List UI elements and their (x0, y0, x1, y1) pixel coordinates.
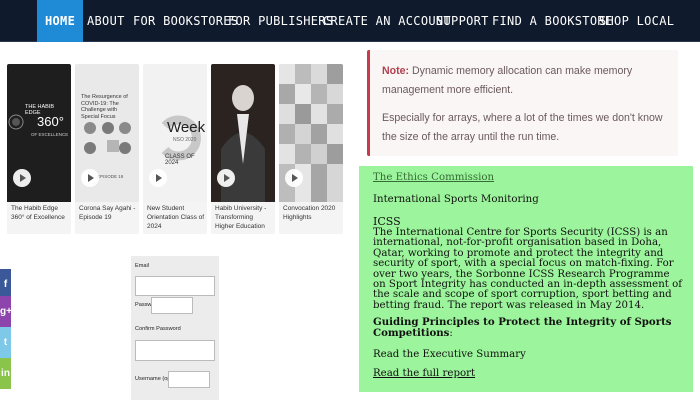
guiding-principles-text: Guiding Principles to Protect the Integr… (373, 316, 672, 340)
video-caption[interactable]: Convocation 2020 Highlights (283, 204, 341, 222)
video-card[interactable]: THE HABIB EDGE 360° OF EXCELLENCE The Ha… (7, 64, 71, 234)
play-icon[interactable] (81, 169, 99, 187)
thumb-big: Week (167, 119, 206, 136)
guiding-principles-heading: Guiding Principles to Protect the Integr… (373, 316, 683, 340)
ethics-commission-link[interactable]: The Ethics Commission (373, 172, 683, 183)
nav-for-bookstores[interactable]: FOR BOOKSTORES (133, 0, 238, 42)
thumb-sub: NSO 2020 (173, 137, 197, 143)
username-field[interactable] (168, 371, 210, 388)
play-icon[interactable] (217, 169, 235, 187)
thumb-title: CLASS OF 2024 (165, 154, 195, 166)
nav-home[interactable]: HOME (37, 0, 84, 42)
thumb-big: 360° (37, 114, 64, 129)
password-field[interactable] (151, 297, 193, 314)
icss-paragraph: The International Centre for Sports Secu… (373, 227, 682, 311)
video-card[interactable]: The Resurgence of COVID-19: The Challeng… (75, 64, 139, 234)
confirm-password-field[interactable] (135, 340, 215, 361)
thumb-badge: EPISODE 19 (97, 174, 124, 179)
full-report-link[interactable]: Read the full report (373, 368, 683, 379)
thumb-sub: OF EXCELLENCE (31, 132, 69, 137)
nav-for-publishers[interactable]: FOR PUBLISHERS (228, 0, 333, 42)
twitter-icon[interactable]: t (0, 327, 11, 358)
nav-support[interactable]: SUPPORT (436, 0, 489, 42)
executive-summary-text[interactable]: Read the Executive Summary (373, 349, 683, 360)
email-label: Email (135, 263, 149, 269)
nav-shop-local[interactable]: SHOP LOCAL (599, 0, 674, 42)
google-plus-icon[interactable]: g+ (0, 296, 12, 327)
note-label: Note: (382, 65, 410, 77)
nav-create-account[interactable]: CREATE AN ACCOUNT (323, 0, 451, 42)
play-icon[interactable] (13, 169, 31, 187)
guiding-principles-colon: : (449, 328, 453, 340)
video-card[interactable]: Convocation 2020 Highlights (279, 64, 343, 234)
note-paragraph-2: Especially for arrays, where a lot of th… (382, 112, 663, 143)
linkedin-icon[interactable]: in (0, 358, 11, 389)
top-nav: HOME ABOUT FOR BOOKSTORES FOR PUBLISHERS… (0, 0, 700, 42)
page: HOME ABOUT FOR BOOKSTORES FOR PUBLISHERS… (0, 0, 700, 400)
icss-box: The Ethics Commission International Spor… (359, 166, 693, 392)
nav-find-bookstore[interactable]: FIND A BOOKSTORE (492, 0, 612, 42)
video-caption[interactable]: The Habib Edge 360° of Excellence (11, 204, 69, 222)
video-card[interactable]: Habib University - Transforming Higher E… (211, 64, 275, 234)
nav-about[interactable]: ABOUT (87, 0, 125, 42)
note-paragraph: Note: Dynamic memory allocation can make… (382, 62, 666, 100)
play-icon[interactable] (149, 169, 167, 187)
play-icon[interactable] (285, 169, 303, 187)
registration-form: Email Password Confirm Password Username… (131, 256, 219, 400)
confirm-password-label: Confirm Password (135, 326, 181, 332)
email-field[interactable] (135, 276, 215, 296)
note-box: Note: Dynamic memory allocation can make… (367, 50, 678, 156)
note-text: Dynamic memory allocation can make memor… (382, 65, 633, 96)
sports-monitoring-heading: International Sports Monitoring (373, 194, 539, 205)
video-caption[interactable]: Corona Say Agahi - Episode 19 (79, 204, 137, 222)
video-caption[interactable]: Habib University - Transforming Higher E… (215, 204, 273, 231)
video-card[interactable]: Week NSO 2020 CLASS OF 2024 New Student … (143, 64, 207, 234)
video-caption[interactable]: New Student Orientation Class of 2024 (147, 204, 205, 231)
